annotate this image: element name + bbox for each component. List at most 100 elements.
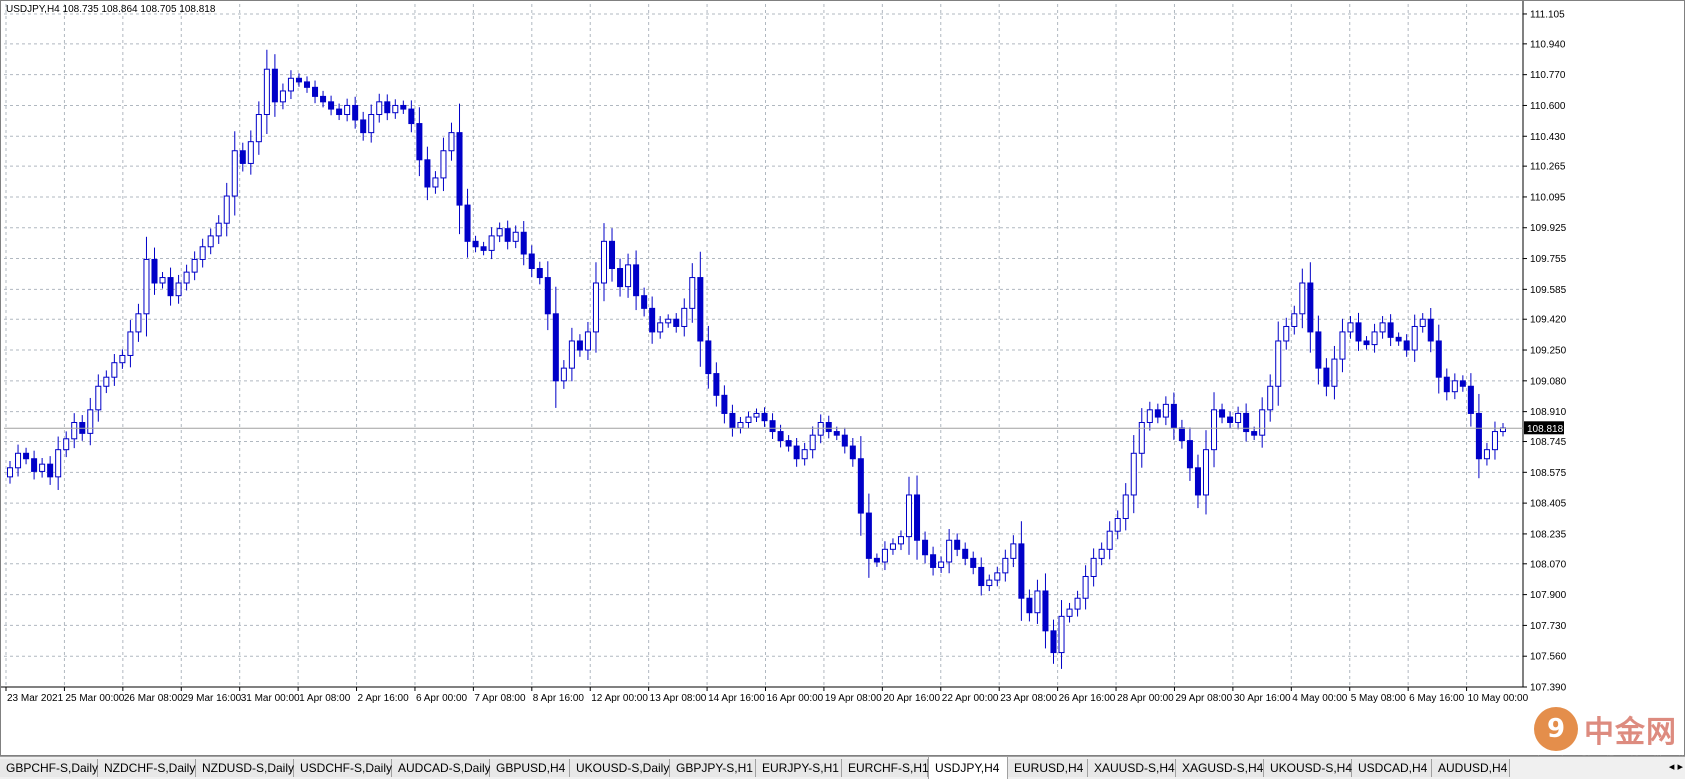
candle [889, 538, 896, 555]
y-tick-label: 109.250 [1530, 346, 1567, 357]
x-tick-label: 14 Apr 16:00 [708, 693, 765, 704]
tab-xagusd-s-h4[interactable]: XAGUSD-S,H4 [1176, 759, 1264, 777]
candle [1066, 602, 1073, 623]
candle [119, 349, 126, 369]
candle [1443, 368, 1450, 401]
y-tick-label: 110.095 [1530, 192, 1566, 203]
candle [817, 414, 824, 444]
candle [584, 321, 591, 360]
tab-eurjpy-s-h1[interactable]: EURJPY-S,H1 [756, 759, 842, 777]
candle [1339, 318, 1346, 373]
x-tick-label: 7 Apr 08:00 [474, 693, 526, 704]
candle [713, 362, 720, 407]
y-tick-label: 109.755 [1530, 254, 1567, 265]
candle [312, 80, 319, 104]
candle [930, 546, 937, 576]
y-tick-label: 109.080 [1530, 376, 1567, 387]
candle [978, 557, 985, 596]
candle [1154, 403, 1161, 424]
tab-audcad-s-daily[interactable]: AUDCAD-S,Daily [392, 759, 491, 777]
candle [954, 533, 961, 557]
y-tick-label: 109.420 [1530, 315, 1567, 326]
x-tick-label: 30 Apr 16:00 [1234, 693, 1291, 704]
candle [560, 360, 567, 389]
tab-nzdchf-s-daily[interactable]: NZDCHF-S,Daily [98, 759, 196, 777]
tab-gbpjpy-s-h1[interactable]: GBPJPY-S,H1 [670, 759, 756, 777]
tab-usdjpy-h4[interactable]: USDJPY,H4 [928, 757, 1008, 779]
candle [849, 437, 856, 467]
candle [1427, 307, 1434, 353]
tab-ukousd-s-h4[interactable]: UKOUSD-S,H4 [1264, 759, 1352, 777]
candle [175, 274, 182, 304]
candle [1010, 535, 1017, 568]
candle [480, 241, 487, 256]
x-tick-label: 29 Apr 08:00 [1175, 693, 1232, 704]
candle [1082, 565, 1089, 610]
x-tick-label: 31 Mar 00:00 [241, 693, 300, 704]
tab-nzdusd-s-daily[interactable]: NZDUSD-S,Daily [196, 759, 294, 777]
candle [689, 263, 696, 323]
y-tick-label: 108.575 [1530, 468, 1567, 479]
x-tick-label: 16 Apr 00:00 [767, 693, 824, 704]
candle [1435, 324, 1442, 394]
candle [376, 93, 383, 123]
candle [769, 413, 776, 439]
tab-usdcad-h4[interactable]: USDCAD,H4 [1352, 759, 1432, 777]
candlestick-chart[interactable]: 111.105 110.940 110.770 110.600 110.430 110.2… [0, 0, 1685, 756]
tab-scroll-arrows-icon[interactable]: ◂ ▸ [1669, 760, 1683, 773]
tab-gbpchf-s-daily[interactable]: GBPCHF-S,Daily [0, 759, 98, 777]
candle [1267, 374, 1274, 422]
candle [392, 99, 399, 119]
candle [641, 287, 648, 317]
x-tick-label: 5 May 08:00 [1351, 693, 1406, 704]
candle [55, 436, 62, 490]
chart-window[interactable]: 111.105 110.940 110.770 110.600 110.430 110.2… [0, 0, 1685, 756]
candle [857, 436, 864, 536]
y-tick-label: 107.900 [1530, 590, 1567, 601]
tab-audusd-h4[interactable]: AUDUSD,H4 [1432, 759, 1510, 777]
candle [576, 334, 583, 357]
candle [1259, 397, 1266, 448]
candle [544, 261, 551, 331]
candle [905, 476, 913, 555]
tab-eurusd-h4[interactable]: EURUSD,H4 [1008, 759, 1088, 777]
candle [167, 267, 174, 306]
candle [71, 413, 78, 449]
candle [215, 215, 222, 244]
candle [199, 238, 206, 268]
candle [761, 407, 768, 427]
candle [231, 131, 238, 216]
x-tick-label: 8 Apr 16:00 [533, 693, 585, 704]
candle [1194, 454, 1201, 509]
tab-xauusd-s-h4[interactable]: XAUUSD-S,H4 [1088, 759, 1176, 777]
y-tick-label: 110.600 [1530, 101, 1566, 112]
tab-gbpusd-h4[interactable]: GBPUSD,H4 [490, 759, 570, 777]
candle [1162, 396, 1169, 426]
y-tick-label: 108.405 [1530, 499, 1567, 510]
candle [609, 228, 616, 282]
candle [135, 303, 142, 342]
y-tick-label: 108.235 [1530, 529, 1567, 540]
candle [681, 298, 688, 337]
candle [400, 100, 407, 114]
tab-eurchf-s-h1[interactable]: EURCHF-S,H1 [842, 759, 929, 777]
tab-ukousd-s-daily[interactable]: UKOUSD-S,Daily [570, 759, 670, 777]
candle [127, 320, 134, 368]
candle [1475, 393, 1482, 479]
candle [962, 542, 969, 566]
candle [328, 95, 335, 116]
candle [336, 103, 343, 121]
candle [673, 313, 680, 333]
candle [568, 327, 575, 382]
x-tick-label: 6 Apr 00:00 [416, 693, 468, 704]
candle [47, 456, 54, 485]
y-tick-label: 109.585 [1530, 285, 1567, 296]
candle [103, 370, 110, 394]
x-tick-label: 20 Apr 16:00 [883, 693, 940, 704]
candle [159, 272, 166, 289]
candle [873, 553, 880, 567]
candle [207, 228, 214, 255]
watermark: 9 中金网 中 文 财 经 新 媒 体 [1534, 705, 1685, 766]
candle [1219, 403, 1226, 424]
tab-usdchf-s-daily[interactable]: USDCHF-S,Daily [294, 759, 392, 777]
